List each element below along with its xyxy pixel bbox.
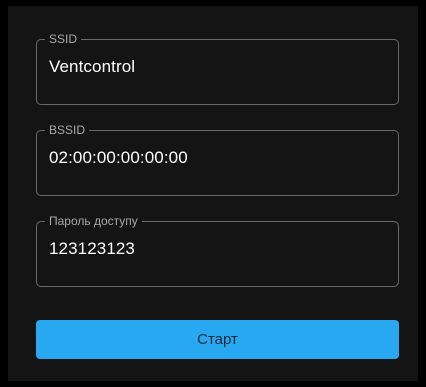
password-field[interactable]: Пароль доступу 123123123 bbox=[36, 214, 399, 287]
start-button[interactable]: Старт bbox=[36, 320, 399, 359]
ssid-field[interactable]: SSID Ventcontrol bbox=[36, 32, 399, 105]
wifi-config-panel: SSID Ventcontrol BSSID 02:00:00:00:00:00… bbox=[8, 6, 418, 381]
bssid-field[interactable]: BSSID 02:00:00:00:00:00 bbox=[36, 123, 399, 196]
ssid-value[interactable]: Ventcontrol bbox=[49, 57, 386, 77]
bssid-label: BSSID bbox=[49, 123, 86, 137]
password-value[interactable]: 123123123 bbox=[49, 239, 386, 259]
bssid-value[interactable]: 02:00:00:00:00:00 bbox=[49, 148, 386, 168]
ssid-label: SSID bbox=[49, 32, 78, 46]
password-label: Пароль доступу bbox=[49, 214, 138, 228]
